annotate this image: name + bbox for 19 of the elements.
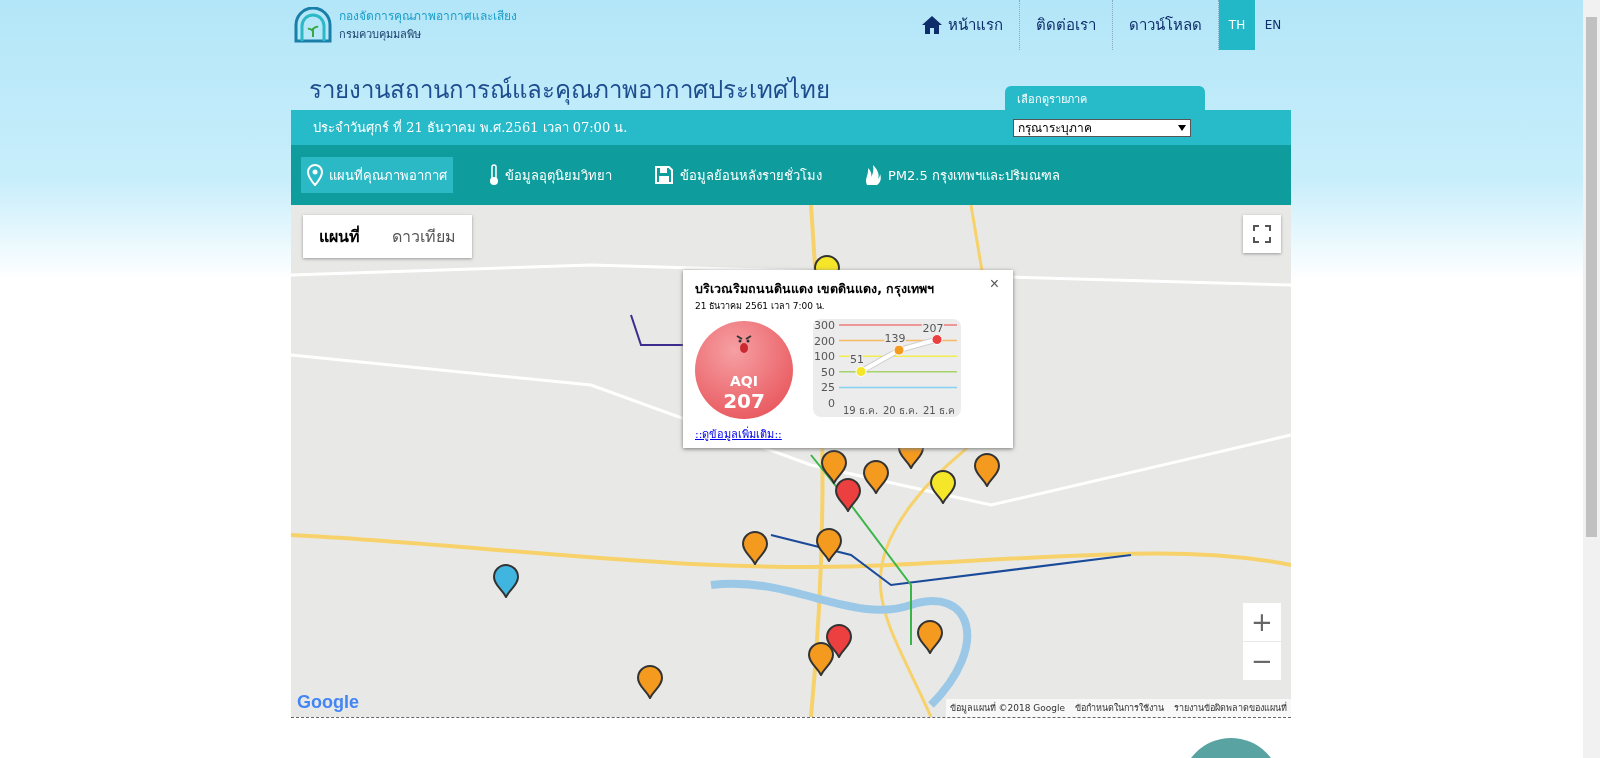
aqi-value: 207 [723, 389, 765, 413]
x-tick-label: 19 ธ.ค. [843, 405, 879, 416]
x-tick-label: 20 ธ.ค. [883, 405, 919, 416]
department-name: กรมควบคุมมลพิษ [339, 27, 422, 43]
y-axis-label: 50 [821, 365, 835, 379]
y-axis-label: 0 [828, 397, 835, 410]
y-axis-label: 300 [814, 319, 835, 332]
org-name: กองจัดการคุณภาพอากาศและเสียง [339, 8, 517, 25]
x-tick-label: 21 ธ.ค [923, 405, 956, 416]
y-axis-label: 200 [814, 334, 835, 348]
y-axis-label: 25 [821, 381, 835, 395]
report-date: ประจำวันศุกร์ ที่ 21 ธันวาคม พ.ศ.2561 เวลา 07:00 น. [313, 118, 628, 138]
y-axis-label: 100 [814, 350, 835, 364]
data-label: 51 [850, 353, 864, 367]
page-title: รายงานสถานการณ์และคุณภาพอากาศประเทศไทย [309, 75, 830, 107]
google-logo: Google [297, 692, 359, 713]
station-name: บริเวณริมถนนดินแดง เขตดินแดง, กรุงเทพฯ [695, 280, 935, 299]
aqi-label: AQI [730, 373, 758, 389]
reading-time: 21 ธันวาคม 2561 เวลา 7:00 น. [695, 300, 826, 313]
